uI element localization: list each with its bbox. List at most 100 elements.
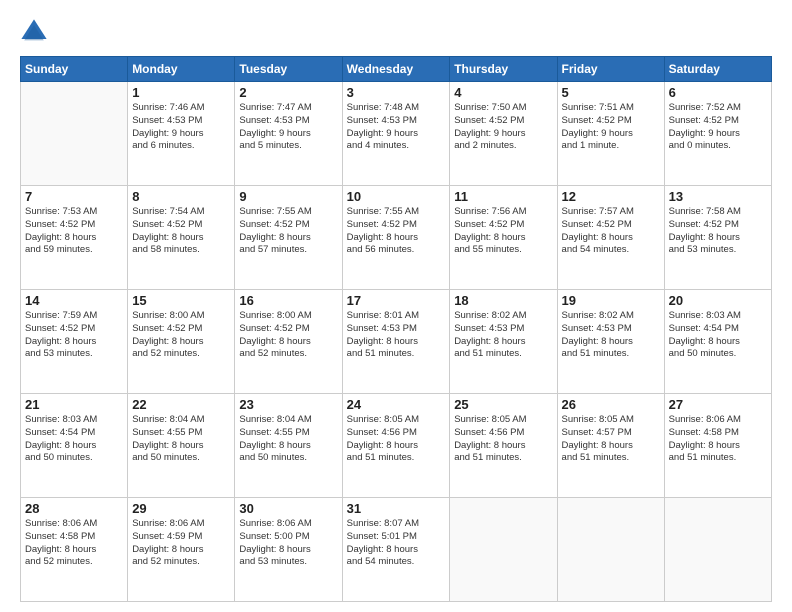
day-detail: Sunrise: 8:02 AM Sunset: 4:53 PM Dayligh… (562, 310, 660, 361)
day-number: 8 (132, 189, 230, 204)
day-number: 24 (347, 397, 446, 412)
day-number: 23 (239, 397, 337, 412)
col-header-saturday: Saturday (664, 57, 771, 82)
day-number: 2 (239, 85, 337, 100)
day-number: 7 (25, 189, 123, 204)
day-cell: 30 Sunrise: 8:06 AM Sunset: 5:00 PM Dayli… (235, 498, 342, 602)
day-number: 3 (347, 85, 446, 100)
day-cell: 10 Sunrise: 7:55 AM Sunset: 4:52 PM Dayli… (342, 186, 450, 290)
day-detail: Sunrise: 8:03 AM Sunset: 4:54 PM Dayligh… (25, 414, 123, 465)
page: SundayMondayTuesdayWednesdayThursdayFrid… (0, 0, 792, 612)
day-number: 15 (132, 293, 230, 308)
col-header-thursday: Thursday (450, 57, 557, 82)
day-cell: 28 Sunrise: 8:06 AM Sunset: 4:58 PM Dayli… (21, 498, 128, 602)
day-number: 4 (454, 85, 552, 100)
day-number: 14 (25, 293, 123, 308)
day-detail: Sunrise: 7:59 AM Sunset: 4:52 PM Dayligh… (25, 310, 123, 361)
day-cell: 25 Sunrise: 8:05 AM Sunset: 4:56 PM Dayli… (450, 394, 557, 498)
week-row-3: 21 Sunrise: 8:03 AM Sunset: 4:54 PM Dayli… (21, 394, 772, 498)
day-cell: 27 Sunrise: 8:06 AM Sunset: 4:58 PM Dayli… (664, 394, 771, 498)
day-cell (557, 498, 664, 602)
day-detail: Sunrise: 7:48 AM Sunset: 4:53 PM Dayligh… (347, 102, 446, 153)
calendar-table: SundayMondayTuesdayWednesdayThursdayFrid… (20, 56, 772, 602)
day-number: 27 (669, 397, 767, 412)
day-detail: Sunrise: 7:54 AM Sunset: 4:52 PM Dayligh… (132, 206, 230, 257)
day-number: 6 (669, 85, 767, 100)
day-detail: Sunrise: 8:06 AM Sunset: 4:59 PM Dayligh… (132, 518, 230, 569)
day-number: 9 (239, 189, 337, 204)
col-header-wednesday: Wednesday (342, 57, 450, 82)
day-detail: Sunrise: 7:58 AM Sunset: 4:52 PM Dayligh… (669, 206, 767, 257)
day-number: 28 (25, 501, 123, 516)
day-detail: Sunrise: 8:06 AM Sunset: 5:00 PM Dayligh… (239, 518, 337, 569)
day-number: 16 (239, 293, 337, 308)
day-detail: Sunrise: 7:51 AM Sunset: 4:52 PM Dayligh… (562, 102, 660, 153)
day-number: 11 (454, 189, 552, 204)
day-detail: Sunrise: 8:04 AM Sunset: 4:55 PM Dayligh… (132, 414, 230, 465)
day-cell: 24Sunrise: 8:05 AM Sunset: 4:56 PM Dayli… (342, 394, 450, 498)
day-detail: Sunrise: 7:55 AM Sunset: 4:52 PM Dayligh… (239, 206, 337, 257)
day-number: 17 (347, 293, 446, 308)
day-detail: Sunrise: 7:52 AM Sunset: 4:52 PM Dayligh… (669, 102, 767, 153)
header-row: SundayMondayTuesdayWednesdayThursdayFrid… (21, 57, 772, 82)
col-header-friday: Friday (557, 57, 664, 82)
day-cell: 5 Sunrise: 7:51 AM Sunset: 4:52 PM Daylig… (557, 82, 664, 186)
day-number: 10 (347, 189, 446, 204)
col-header-tuesday: Tuesday (235, 57, 342, 82)
day-number: 20 (669, 293, 767, 308)
day-cell (21, 82, 128, 186)
day-detail: Sunrise: 8:05 AM Sunset: 4:57 PM Dayligh… (562, 414, 660, 465)
day-detail: Sunrise: 8:05 AM Sunset: 4:56 PM Dayligh… (454, 414, 552, 465)
week-row-1: 7 Sunrise: 7:53 AM Sunset: 4:52 PM Daylig… (21, 186, 772, 290)
day-detail: Sunrise: 7:47 AM Sunset: 4:53 PM Dayligh… (239, 102, 337, 153)
day-detail: Sunrise: 7:56 AM Sunset: 4:52 PM Dayligh… (454, 206, 552, 257)
day-detail: Sunrise: 8:07 AM Sunset: 5:01 PM Dayligh… (347, 518, 446, 569)
day-cell: 26 Sunrise: 8:05 AM Sunset: 4:57 PM Dayli… (557, 394, 664, 498)
day-number: 13 (669, 189, 767, 204)
day-number: 25 (454, 397, 552, 412)
day-cell: 8 Sunrise: 7:54 AM Sunset: 4:52 PM Daylig… (128, 186, 235, 290)
day-number: 31 (347, 501, 446, 516)
week-row-0: 1 Sunrise: 7:46 AM Sunset: 4:53 PM Daylig… (21, 82, 772, 186)
day-detail: Sunrise: 8:06 AM Sunset: 4:58 PM Dayligh… (25, 518, 123, 569)
day-number: 22 (132, 397, 230, 412)
day-detail: Sunrise: 8:03 AM Sunset: 4:54 PM Dayligh… (669, 310, 767, 361)
day-cell: 20 Sunrise: 8:03 AM Sunset: 4:54 PM Dayli… (664, 290, 771, 394)
day-number: 5 (562, 85, 660, 100)
day-number: 19 (562, 293, 660, 308)
day-number: 21 (25, 397, 123, 412)
day-cell: 3 Sunrise: 7:48 AM Sunset: 4:53 PM Daylig… (342, 82, 450, 186)
day-cell: 11 Sunrise: 7:56 AM Sunset: 4:52 PM Dayli… (450, 186, 557, 290)
day-cell: 2 Sunrise: 7:47 AM Sunset: 4:53 PM Daylig… (235, 82, 342, 186)
logo-icon (20, 18, 48, 46)
day-number: 12 (562, 189, 660, 204)
day-cell: 6 Sunrise: 7:52 AM Sunset: 4:52 PM Daylig… (664, 82, 771, 186)
day-cell: 12Sunrise: 7:57 AM Sunset: 4:52 PM Dayli… (557, 186, 664, 290)
day-cell: 9 Sunrise: 7:55 AM Sunset: 4:52 PM Daylig… (235, 186, 342, 290)
day-cell: 23Sunrise: 8:04 AM Sunset: 4:55 PM Dayli… (235, 394, 342, 498)
day-detail: Sunrise: 7:46 AM Sunset: 4:53 PM Dayligh… (132, 102, 230, 153)
day-number: 30 (239, 501, 337, 516)
day-cell: 19 Sunrise: 8:02 AM Sunset: 4:53 PM Dayli… (557, 290, 664, 394)
day-cell: 22 Sunrise: 8:04 AM Sunset: 4:55 PM Dayli… (128, 394, 235, 498)
day-number: 18 (454, 293, 552, 308)
day-detail: Sunrise: 8:00 AM Sunset: 4:52 PM Dayligh… (132, 310, 230, 361)
day-number: 29 (132, 501, 230, 516)
day-cell: 1 Sunrise: 7:46 AM Sunset: 4:53 PM Daylig… (128, 82, 235, 186)
day-detail: Sunrise: 8:06 AM Sunset: 4:58 PM Dayligh… (669, 414, 767, 465)
day-detail: Sunrise: 8:00 AM Sunset: 4:52 PM Dayligh… (239, 310, 337, 361)
day-detail: Sunrise: 7:55 AM Sunset: 4:52 PM Dayligh… (347, 206, 446, 257)
day-cell: 31 Sunrise: 8:07 AM Sunset: 5:01 PM Dayli… (342, 498, 450, 602)
day-cell: 14 Sunrise: 7:59 AM Sunset: 4:52 PM Dayli… (21, 290, 128, 394)
day-cell (664, 498, 771, 602)
day-detail: Sunrise: 8:01 AM Sunset: 4:53 PM Dayligh… (347, 310, 446, 361)
day-cell: 13 Sunrise: 7:58 AM Sunset: 4:52 PM Dayli… (664, 186, 771, 290)
day-cell: 18Sunrise: 8:02 AM Sunset: 4:53 PM Dayli… (450, 290, 557, 394)
day-cell: 29 Sunrise: 8:06 AM Sunset: 4:59 PM Dayli… (128, 498, 235, 602)
day-detail: Sunrise: 7:53 AM Sunset: 4:52 PM Dayligh… (25, 206, 123, 257)
day-number: 1 (132, 85, 230, 100)
day-cell: 15 Sunrise: 8:00 AM Sunset: 4:52 PM Dayli… (128, 290, 235, 394)
calendar-body: 1 Sunrise: 7:46 AM Sunset: 4:53 PM Daylig… (21, 82, 772, 602)
day-cell: 16 Sunrise: 8:00 AM Sunset: 4:52 PM Dayli… (235, 290, 342, 394)
day-number: 26 (562, 397, 660, 412)
